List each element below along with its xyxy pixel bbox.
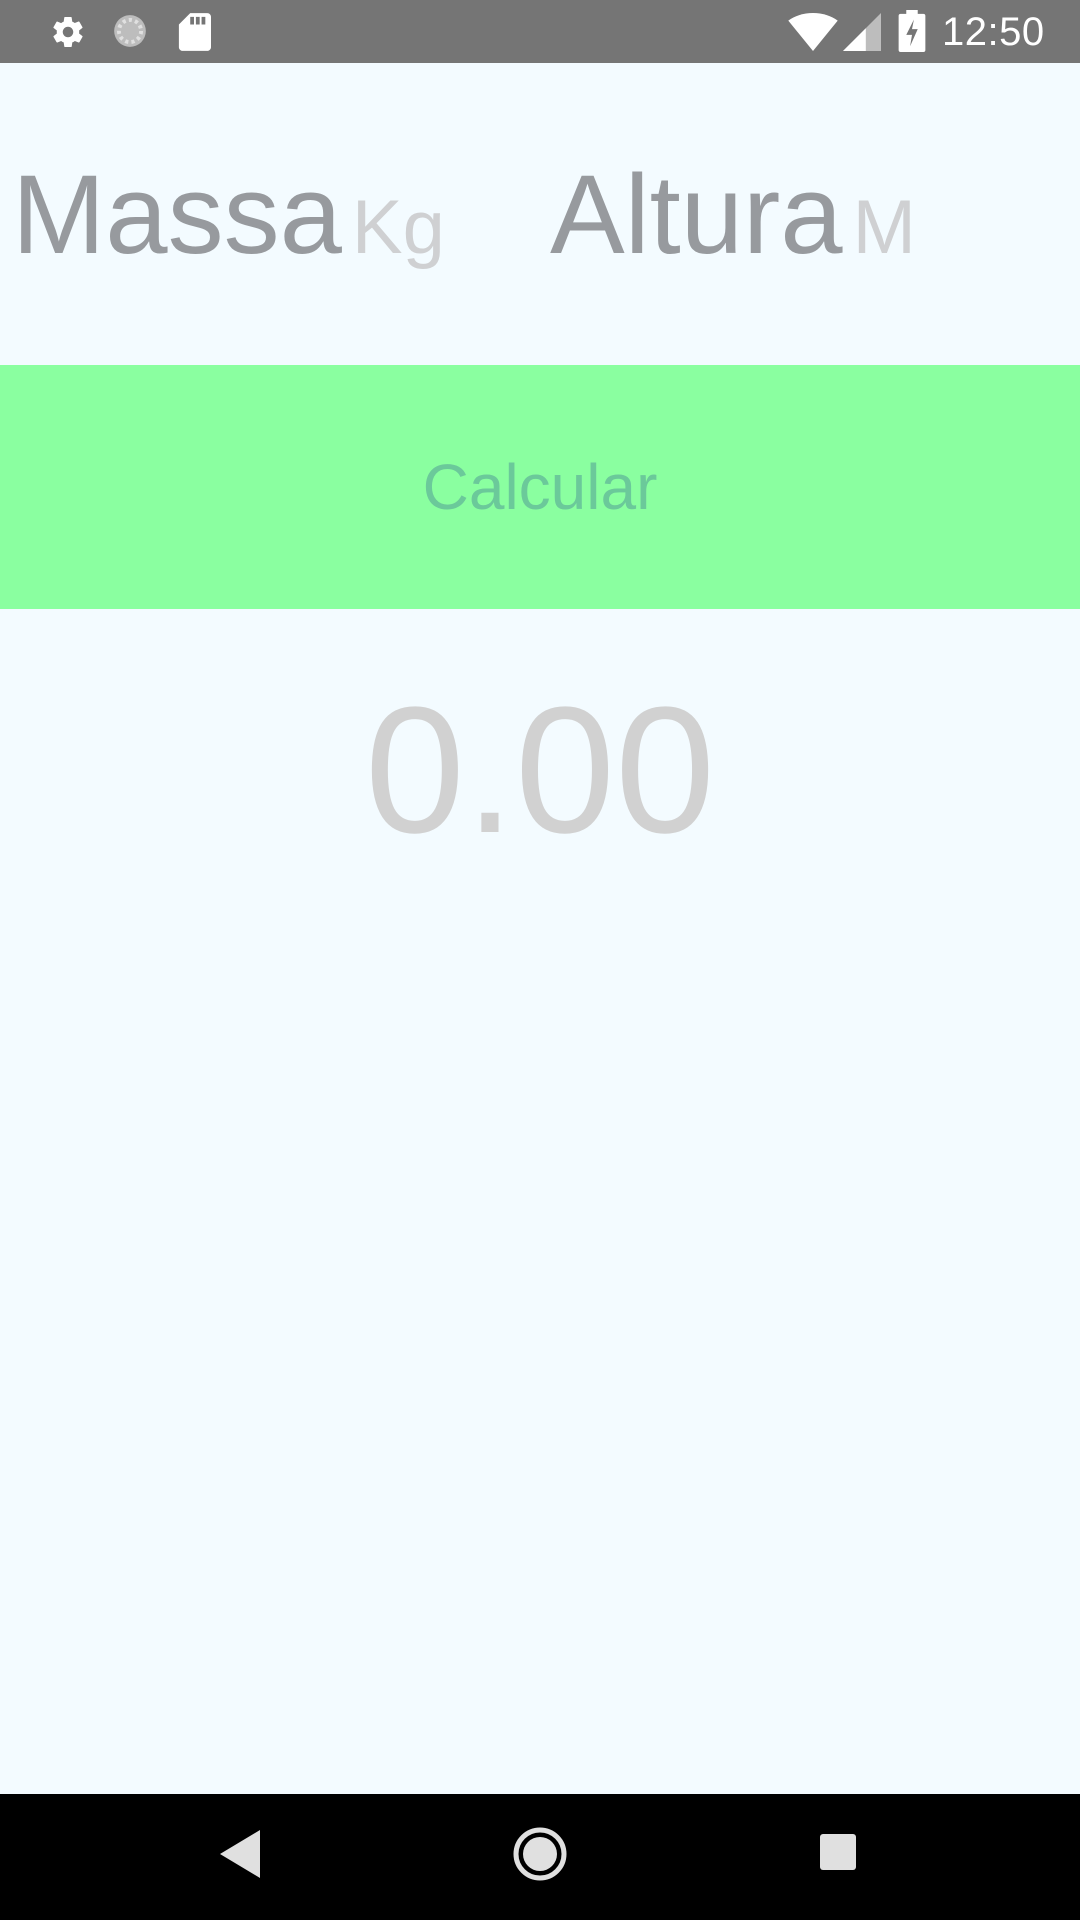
- calculate-button-label: Calcular: [422, 451, 658, 523]
- sync-icon: [114, 15, 146, 47]
- mass-input-value: Massa: [12, 152, 342, 277]
- signal-icon: [843, 13, 881, 51]
- sd-card-icon: [178, 13, 211, 51]
- back-icon[interactable]: [220, 1830, 260, 1878]
- home-icon[interactable]: [512, 1826, 568, 1882]
- result-value: 0.00: [364, 670, 716, 871]
- calculate-button[interactable]: Calcular: [0, 365, 1080, 609]
- bmi-calculator-screen: 12:50 Massa Kg Altura M Calcular 0.00: [0, 0, 1080, 1920]
- status-time: 12:50: [942, 10, 1045, 54]
- recents-icon[interactable]: [820, 1834, 856, 1870]
- height-input-value: Altura: [550, 152, 843, 277]
- status-bar: 12:50: [0, 0, 1080, 63]
- battery-charging-icon: [898, 10, 926, 52]
- mass-input[interactable]: Massa Kg: [12, 150, 532, 280]
- mass-input-placeholder: Kg: [351, 185, 445, 270]
- height-input[interactable]: Altura M: [550, 150, 1070, 280]
- navigation-bar: [0, 1794, 1080, 1920]
- height-input-placeholder: M: [852, 185, 916, 270]
- gear-icon: [53, 17, 83, 48]
- wifi-icon: [788, 13, 838, 51]
